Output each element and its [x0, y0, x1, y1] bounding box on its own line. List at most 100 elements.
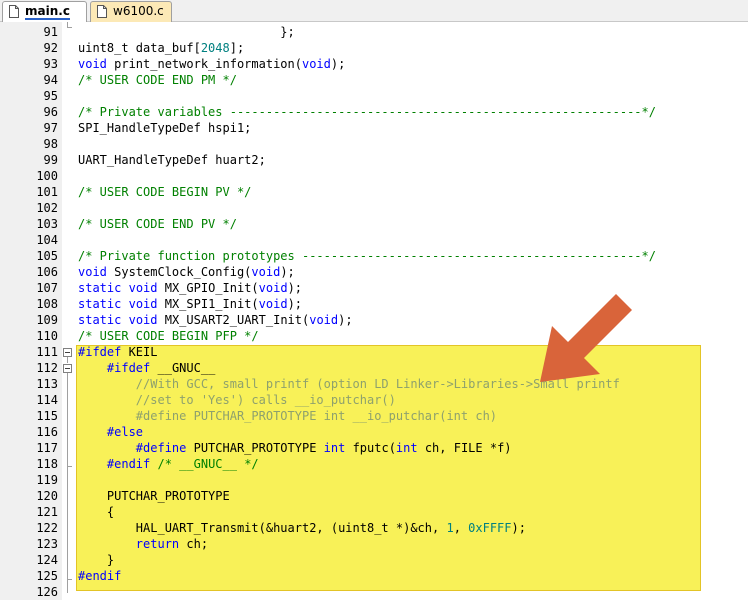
line-number: 102 — [36, 201, 58, 215]
code-token: fputc( — [345, 441, 396, 455]
code-token: }; — [78, 25, 295, 39]
code-line[interactable]: 100 — [0, 168, 748, 184]
line-number: 110 — [36, 329, 58, 343]
line-number: 112 — [36, 361, 58, 375]
code-line[interactable]: 91 }; — [0, 24, 748, 40]
code-line[interactable]: 101 /* USER CODE BEGIN PV */ — [0, 184, 748, 200]
tab-main-c[interactable]: main.c — [2, 1, 87, 22]
code-text: /* Private function prototypes ---------… — [78, 248, 656, 264]
code-token: //With GCC, small printf (option LD Link… — [78, 377, 620, 391]
code-token: ); — [338, 313, 353, 327]
code-token: /* Private variables -------------------… — [78, 105, 656, 119]
tab-label: w6100.c — [113, 4, 164, 18]
line-number: 125 — [36, 569, 58, 583]
code-text: /* USER CODE BEGIN PV */ — [78, 184, 251, 200]
fold-toggle-111[interactable] — [63, 348, 72, 357]
code-token: /* Private function prototypes ---------… — [78, 249, 656, 263]
line-number: 97 — [43, 121, 58, 135]
code-line[interactable]: 97 SPI_HandleTypeDef hspi1; — [0, 120, 748, 136]
code-line[interactable]: 98 — [0, 136, 748, 152]
code-line[interactable]: 118 #endif /* __GNUC__ */ — [0, 456, 748, 472]
code-token: #endif — [78, 569, 122, 583]
code-line[interactable]: 105 /* Private function prototypes ------… — [0, 248, 748, 264]
code-text: } — [78, 552, 114, 568]
code-token: MX_SPI1_Init( — [157, 297, 259, 311]
code-line[interactable]: 121 { — [0, 504, 748, 520]
code-text: return ch; — [78, 536, 208, 552]
code-text: PUTCHAR_PROTOTYPE — [78, 488, 230, 504]
code-token: void — [78, 57, 107, 71]
code-text: #else — [78, 424, 143, 440]
code-editor[interactable]: 91 }; 92 uint8_t data_buf[2048]; 93 void pri… — [0, 22, 748, 600]
code-text: /* Private variables -------------------… — [78, 104, 656, 120]
code-token: /* USER CODE END PM */ — [78, 73, 237, 87]
code-line[interactable]: 119 — [0, 472, 748, 488]
c-file-icon — [97, 5, 107, 18]
line-number: 92 — [43, 41, 58, 55]
code-line[interactable]: 115 #define PUTCHAR_PROTOTYPE int __io_p… — [0, 408, 748, 424]
line-number: 120 — [36, 489, 58, 503]
code-token: void — [128, 281, 158, 295]
code-line[interactable]: 117 #define PUTCHAR_PROTOTYPE int fputc(… — [0, 440, 748, 456]
code-line[interactable]: 114 //set to 'Yes') calls __io_putchar() — [0, 392, 748, 408]
code-token: HAL_UART_Transmit(&huart2, (uint8_t *)&c… — [78, 521, 447, 535]
code-line[interactable]: 93 void print_network_information(void); — [0, 56, 748, 72]
code-line[interactable]: 120 PUTCHAR_PROTOTYPE — [0, 488, 748, 504]
line-number: 114 — [36, 393, 58, 407]
line-number: 98 — [43, 137, 58, 151]
code-token: #define PUTCHAR_PROTOTYPE int __io_putch… — [78, 409, 498, 423]
code-line[interactable]: 104 — [0, 232, 748, 248]
line-number: 109 — [36, 313, 58, 327]
code-text: { — [78, 504, 114, 520]
code-token: int — [395, 441, 418, 455]
code-text: /* USER CODE END PV */ — [78, 216, 237, 232]
code-line[interactable]: 103 /* USER CODE END PV */ — [0, 216, 748, 232]
tab-w6100-c[interactable]: w6100.c — [90, 1, 172, 22]
code-token: static — [78, 281, 122, 295]
code-token: ]; — [229, 41, 245, 55]
code-line[interactable]: 92 uint8_t data_buf[2048]; — [0, 40, 748, 56]
code-text: /* USER CODE BEGIN PFP */ — [78, 328, 259, 344]
code-token: UART_HandleTypeDef huart2; — [78, 153, 266, 167]
code-line[interactable]: 123 return ch; — [0, 536, 748, 552]
code-token: ); — [280, 265, 295, 279]
code-token: int — [323, 441, 346, 455]
code-token: /* USER CODE END PV */ — [78, 217, 237, 231]
code-line[interactable]: 106 void SystemClock_Config(void); — [0, 264, 748, 280]
code-line[interactable]: 125 #endif — [0, 568, 748, 584]
line-number: 117 — [36, 441, 58, 455]
code-line[interactable]: 102 — [0, 200, 748, 216]
code-line[interactable]: 96 /* Private variables -----------------… — [0, 104, 748, 120]
line-number: 113 — [36, 377, 58, 391]
code-text: static void MX_GPIO_Init(void); — [78, 280, 302, 296]
code-text: uint8_t data_buf[2048]; — [78, 40, 244, 56]
code-line[interactable]: 94 /* USER CODE END PM */ — [0, 72, 748, 88]
code-token: void — [128, 297, 158, 311]
code-token: //set to 'Yes') calls __io_putchar() — [78, 393, 396, 407]
code-text: #define PUTCHAR_PROTOTYPE int fputc(int … — [78, 440, 512, 456]
code-text: void SystemClock_Config(void); — [78, 264, 295, 280]
code-token: KEIL — [121, 345, 158, 359]
code-line[interactable]: 124 } — [0, 552, 748, 568]
code-line[interactable]: 126 — [0, 584, 748, 600]
code-token: ); — [287, 281, 303, 295]
code-token: MX_GPIO_Init( — [157, 281, 259, 295]
code-line[interactable]: 95 — [0, 88, 748, 104]
code-token: #endif — [106, 457, 151, 471]
code-line[interactable]: 99 UART_HandleTypeDef huart2; — [0, 152, 748, 168]
line-number: 104 — [36, 233, 58, 247]
line-number: 126 — [36, 585, 58, 599]
code-token: PUTCHAR_PROTOTYPE — [78, 489, 230, 503]
code-line[interactable]: 122 HAL_UART_Transmit(&huart2, (uint8_t … — [0, 520, 748, 536]
code-text: #endif /* __GNUC__ */ — [78, 456, 259, 472]
code-line[interactable]: 116 #else — [0, 424, 748, 440]
fold-line — [67, 373, 68, 593]
fold-toggle-112[interactable] — [63, 364, 72, 373]
